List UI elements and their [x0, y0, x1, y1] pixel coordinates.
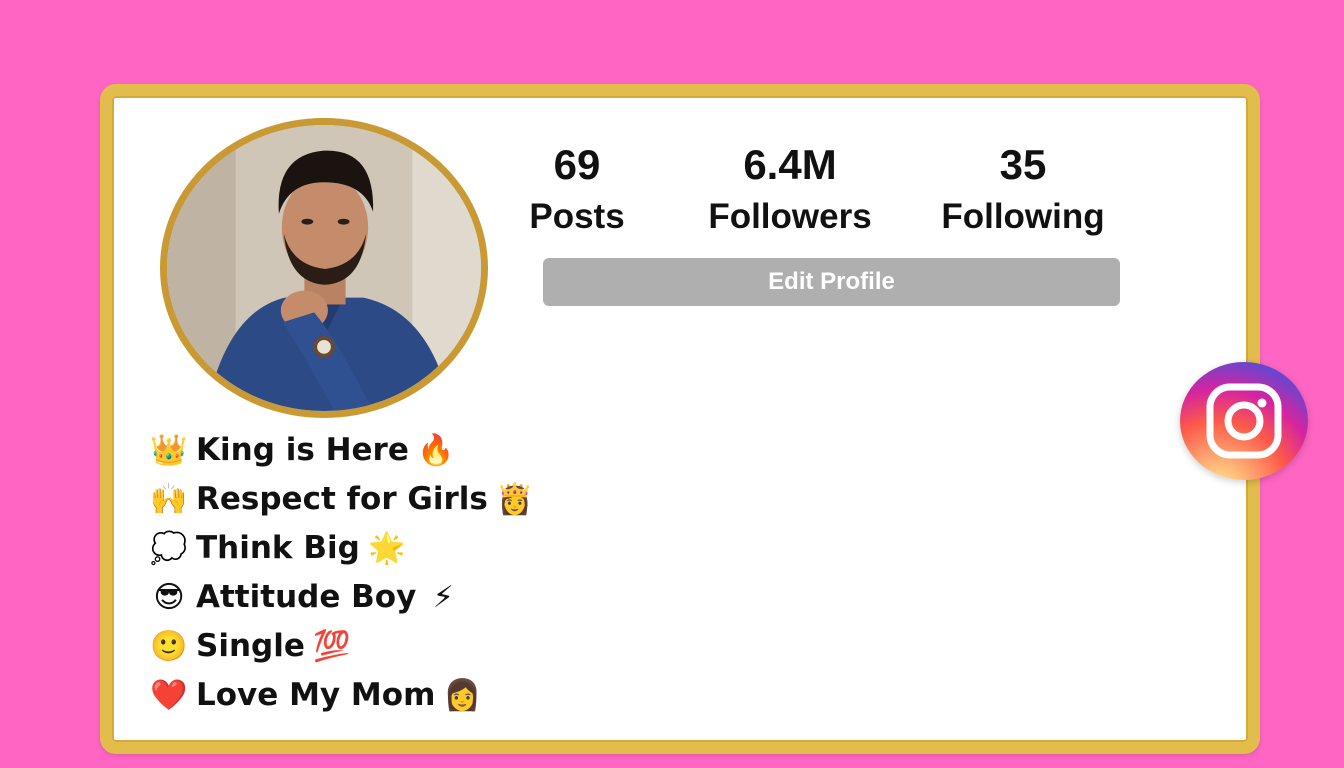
bio-line: 💭 Think Big 🌟 [150, 524, 534, 573]
smiley-face-icon: 🙂 [150, 629, 188, 664]
fire-icon: 🔥 [417, 433, 455, 468]
lightning-icon: ⚡ [432, 580, 454, 615]
hundred-icon: 💯 [313, 629, 351, 664]
bio-line: 😎 Attitude Boy ⚡ [150, 573, 534, 622]
star-icon: 🌟 [368, 531, 406, 566]
profile-card: 69 Posts 6.4M Followers 35 Following Edi… [100, 84, 1260, 754]
instagram-icon[interactable] [1180, 362, 1308, 480]
bio-text: Attitude Boy [196, 579, 417, 615]
posts-stat[interactable]: 69 Posts [520, 138, 634, 242]
princess-icon: 👸 [496, 482, 534, 517]
instagram-glyph [1206, 383, 1282, 459]
thought-bubble-icon: 💭 [150, 531, 188, 566]
bio: 👑 King is Here 🔥 🙌 Respect for Girls 👸 💭… [150, 426, 534, 720]
posts-label: Posts [529, 197, 625, 236]
following-count: 35 [999, 141, 1047, 188]
bio-text: Respect for Girls [196, 481, 488, 517]
following-label: Following [941, 197, 1105, 236]
profile-photo [167, 125, 481, 411]
followers-stat[interactable]: 6.4M Followers [700, 138, 880, 242]
bio-line: 🙂 Single 💯 [150, 622, 534, 671]
sunglasses-face-icon: 😎 [153, 580, 185, 615]
bio-text: King is Here [196, 432, 409, 468]
raising-hands-icon: 🙌 [150, 482, 188, 517]
avatar[interactable] [160, 118, 488, 418]
bio-text: Think Big [196, 530, 360, 566]
heart-icon: ❤️ [150, 678, 188, 713]
woman-icon: 👩 [443, 678, 482, 713]
edit-profile-button[interactable]: Edit Profile [543, 258, 1120, 306]
bio-line: 👑 King is Here 🔥 [150, 426, 534, 475]
bio-text: Love My Mom [196, 677, 436, 713]
bio-line: ❤️ Love My Mom 👩 [150, 671, 534, 720]
crown-icon: 👑 [150, 433, 188, 468]
followers-count: 6.4M [743, 141, 837, 188]
bio-line: 🙌 Respect for Girls 👸 [150, 475, 534, 524]
bio-text: Single [196, 628, 305, 664]
profile-stats: 69 Posts 6.4M Followers 35 Following [520, 138, 1124, 248]
followers-label: Followers [708, 197, 872, 236]
posts-count: 69 [553, 141, 601, 188]
following-stat[interactable]: 35 Following [932, 138, 1114, 242]
